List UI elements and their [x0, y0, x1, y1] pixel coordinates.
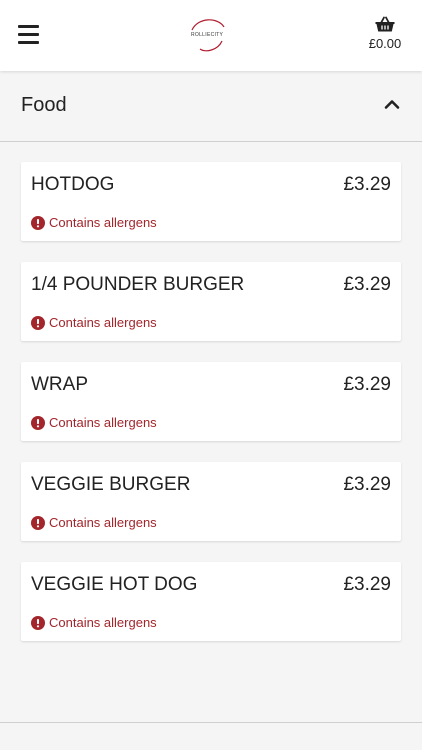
- item-name: WRAP: [31, 374, 88, 395]
- allergen-notice[interactable]: Contains allergens: [31, 315, 157, 330]
- allergen-notice[interactable]: Contains allergens: [31, 415, 157, 430]
- exclamation-circle-icon: [31, 315, 45, 330]
- food-section-header[interactable]: Food: [0, 71, 422, 142]
- food-item-list: HOTDOG £3.29 Contains allergens 1/4 POUN…: [21, 162, 401, 662]
- item-name: HOTDOG: [31, 174, 115, 195]
- allergen-text: Contains allergens: [49, 315, 157, 330]
- allergen-notice[interactable]: Contains allergens: [31, 215, 157, 230]
- basket-icon: [375, 16, 395, 32]
- item-name: 1/4 POUNDER BURGER: [31, 274, 245, 295]
- allergen-text: Contains allergens: [49, 515, 157, 530]
- item-price: £3.29: [343, 274, 391, 295]
- menu-item-card[interactable]: VEGGIE BURGER £3.29 Contains allergens: [21, 462, 401, 541]
- item-name: VEGGIE BURGER: [31, 474, 191, 495]
- item-price: £3.29: [343, 374, 391, 395]
- menu-item-card[interactable]: 1/4 POUNDER BURGER £3.29 Contains allerg…: [21, 262, 401, 341]
- item-price: £3.29: [343, 174, 391, 195]
- menu-item-card[interactable]: VEGGIE HOT DOG £3.29 Contains allergens: [21, 562, 401, 641]
- hamburger-menu-icon[interactable]: [18, 25, 39, 45]
- exclamation-circle-icon: [31, 615, 45, 630]
- exclamation-circle-icon: [31, 215, 45, 230]
- item-name: VEGGIE HOT DOG: [31, 574, 198, 595]
- exclamation-circle-icon: [31, 415, 45, 430]
- allergen-text: Contains allergens: [49, 215, 157, 230]
- allergen-notice[interactable]: Contains allergens: [31, 615, 157, 630]
- basket-button[interactable]: £0.00: [362, 16, 408, 51]
- basket-total: £0.00: [368, 36, 402, 51]
- item-price: £3.29: [343, 474, 391, 495]
- brand-logo-text: ROLLIECITY: [191, 32, 224, 38]
- allergen-notice[interactable]: Contains allergens: [31, 515, 157, 530]
- section-title: Food: [21, 94, 67, 116]
- chevron-up-icon[interactable]: [384, 98, 400, 110]
- allergen-text: Contains allergens: [49, 415, 157, 430]
- menu-item-card[interactable]: WRAP £3.29 Contains allergens: [21, 362, 401, 441]
- exclamation-circle-icon: [31, 515, 45, 530]
- section-divider: [0, 722, 422, 723]
- item-price: £3.29: [343, 574, 391, 595]
- app-header: ROLLIECITY £0.00: [0, 0, 422, 71]
- brand-logo[interactable]: ROLLIECITY: [178, 14, 238, 56]
- allergen-text: Contains allergens: [49, 615, 157, 630]
- menu-item-card[interactable]: HOTDOG £3.29 Contains allergens: [21, 162, 401, 241]
